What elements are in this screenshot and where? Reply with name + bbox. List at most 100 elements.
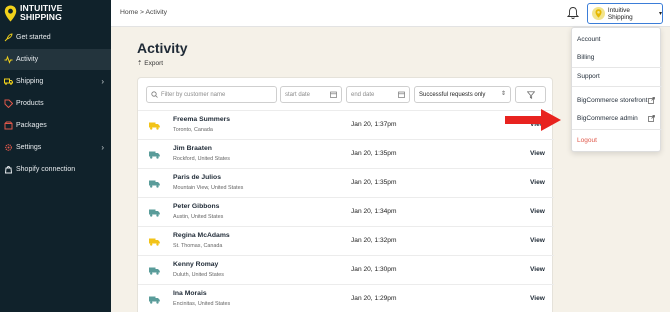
brand-logo[interactable]: INTUITIVE SHIPPING <box>4 4 62 22</box>
truck-icon <box>149 267 160 275</box>
location-pin-icon <box>595 9 602 18</box>
menu-item-bigcommerce-admin[interactable]: BigCommerce admin <box>577 115 638 122</box>
search-icon <box>151 91 158 98</box>
account-dropdown: Account Billing Support BigCommerce stor… <box>571 27 662 152</box>
chevron-right-icon: › <box>101 143 104 152</box>
filter-button[interactable] <box>515 86 546 103</box>
truck-icon <box>149 151 160 159</box>
breadcrumb[interactable]: Home > Activity <box>120 9 167 16</box>
truck-icon <box>149 122 160 130</box>
customer-name: Freema Summers <box>173 116 231 123</box>
end-date-placeholder: end date <box>351 91 375 98</box>
activity-icon <box>4 55 13 64</box>
sidebar-item-label: Products <box>16 100 44 107</box>
truck-icon <box>149 180 160 188</box>
status-select-value: Successful requests only <box>419 91 486 98</box>
customer-name: Kenny Romay <box>173 261 219 268</box>
customer-name: Ina Morais <box>173 290 207 297</box>
sidebar-item-shopify-connection[interactable]: Shopify connection <box>0 159 111 180</box>
updown-icon: ⇕ <box>500 91 506 97</box>
request-date: Jan 20, 1:32pm <box>351 237 397 244</box>
sidebar: INTUITIVE SHIPPING Get started Activity … <box>0 0 111 312</box>
sidebar-item-label: Shopify connection <box>16 166 76 173</box>
customer-location: Toronto, Canada <box>173 127 213 133</box>
calendar-icon <box>398 91 405 98</box>
chevron-right-icon: › <box>101 77 104 86</box>
sidebar-item-label: Activity <box>16 56 39 63</box>
sidebar-item-settings[interactable]: Settings › <box>0 137 111 158</box>
customer-location: Mountain View, United States <box>173 185 244 191</box>
box-icon <box>4 121 13 130</box>
menu-item-bigcommerce-storefront[interactable]: BigCommerce storefront <box>577 97 647 104</box>
table-row[interactable]: Jim Braaten Rockford, United States Jan 20… <box>138 139 554 168</box>
menu-item-billing[interactable]: Billing <box>577 54 594 61</box>
customer-search-input[interactable]: Filter by customer name <box>146 86 277 103</box>
calendar-icon <box>330 91 337 98</box>
sidebar-item-activity[interactable]: Activity <box>0 49 111 70</box>
view-button[interactable]: View <box>530 179 545 186</box>
page-title: Activity <box>137 40 188 56</box>
end-date-input[interactable]: end date <box>346 86 410 103</box>
export-button[interactable]: ⇡ Export <box>137 59 163 67</box>
filter-icon <box>526 90 535 99</box>
table-row[interactable]: Freema Summers Toronto, Canada Jan 20, 1:3… <box>138 110 554 139</box>
menu-divider <box>572 67 662 68</box>
truck-icon <box>149 209 160 217</box>
gear-icon <box>5 144 12 151</box>
activity-card: Filter by customer name start date end d… <box>137 77 554 312</box>
menu-item-logout[interactable]: Logout <box>577 137 597 144</box>
caret-down-icon: ▾ <box>658 11 662 17</box>
upload-icon: ⇡ <box>137 60 143 67</box>
customer-name: Peter Gibbons <box>173 203 220 210</box>
table-row[interactable]: Kenny Romay Duluth, United States Jan 20, … <box>138 255 554 284</box>
export-label: Export <box>144 60 164 67</box>
start-date-placeholder: start date <box>285 91 311 98</box>
truck-icon <box>4 78 13 85</box>
menu-item-support[interactable]: Support <box>577 73 600 80</box>
sidebar-item-get-started[interactable]: Get started <box>0 27 111 48</box>
customer-name: Paris de Julios <box>173 174 221 181</box>
account-menu-button[interactable]: Intuitive Shipping ▾ <box>587 3 663 24</box>
customer-name: Regina McAdams <box>173 232 230 239</box>
customer-search-placeholder: Filter by customer name <box>161 91 226 98</box>
start-date-input[interactable]: start date <box>280 86 342 103</box>
menu-item-account[interactable]: Account <box>577 36 601 43</box>
request-date: Jan 20, 1:29pm <box>351 295 397 302</box>
view-button[interactable]: View <box>530 295 545 302</box>
view-button[interactable]: View <box>530 150 545 157</box>
table-row[interactable]: Ina Morais Encinitas, United States Jan 20… <box>138 284 554 312</box>
sidebar-item-packages[interactable]: Packages <box>0 115 111 136</box>
view-button[interactable]: View <box>530 266 545 273</box>
request-date: Jan 20, 1:30pm <box>351 266 397 273</box>
truck-icon <box>149 238 160 246</box>
truck-icon <box>149 296 160 304</box>
location-pin-icon <box>4 5 17 21</box>
bell-icon[interactable] <box>567 6 579 20</box>
customer-name: Jim Braaten <box>173 145 212 152</box>
view-button[interactable]: View <box>530 208 545 215</box>
sidebar-item-shipping[interactable]: Shipping › <box>0 71 111 92</box>
menu-divider <box>572 86 662 87</box>
request-date: Jan 20, 1:35pm <box>351 179 397 186</box>
tag-icon <box>4 99 13 108</box>
request-date: Jan 20, 1:37pm <box>351 121 397 128</box>
sidebar-item-label: Settings <box>16 144 42 151</box>
sidebar-item-label: Packages <box>16 122 47 129</box>
customer-location: St. Thomas, Canada <box>173 243 223 249</box>
red-arrow-icon <box>505 109 561 131</box>
view-button[interactable]: View <box>530 237 545 244</box>
customer-location: Rockford, United States <box>173 156 230 162</box>
sidebar-item-label: Get started <box>16 34 51 41</box>
sidebar-item-products[interactable]: Products <box>0 93 111 114</box>
customer-location: Austin, United States <box>173 214 224 220</box>
table-row[interactable]: Peter Gibbons Austin, United States Jan 20… <box>138 197 554 226</box>
brand-line-2: SHIPPING <box>20 12 62 22</box>
menu-divider <box>572 129 662 130</box>
customer-location: Encinitas, United States <box>173 301 231 307</box>
table-row[interactable]: Paris de Julios Mountain View, United Sta… <box>138 168 554 197</box>
shopify-icon <box>4 166 13 174</box>
avatar <box>592 7 605 20</box>
external-link-icon <box>648 97 655 104</box>
status-select[interactable]: Successful requests only ⇕ <box>414 86 511 103</box>
table-row[interactable]: Regina McAdams St. Thomas, Canada Jan 20, … <box>138 226 554 255</box>
